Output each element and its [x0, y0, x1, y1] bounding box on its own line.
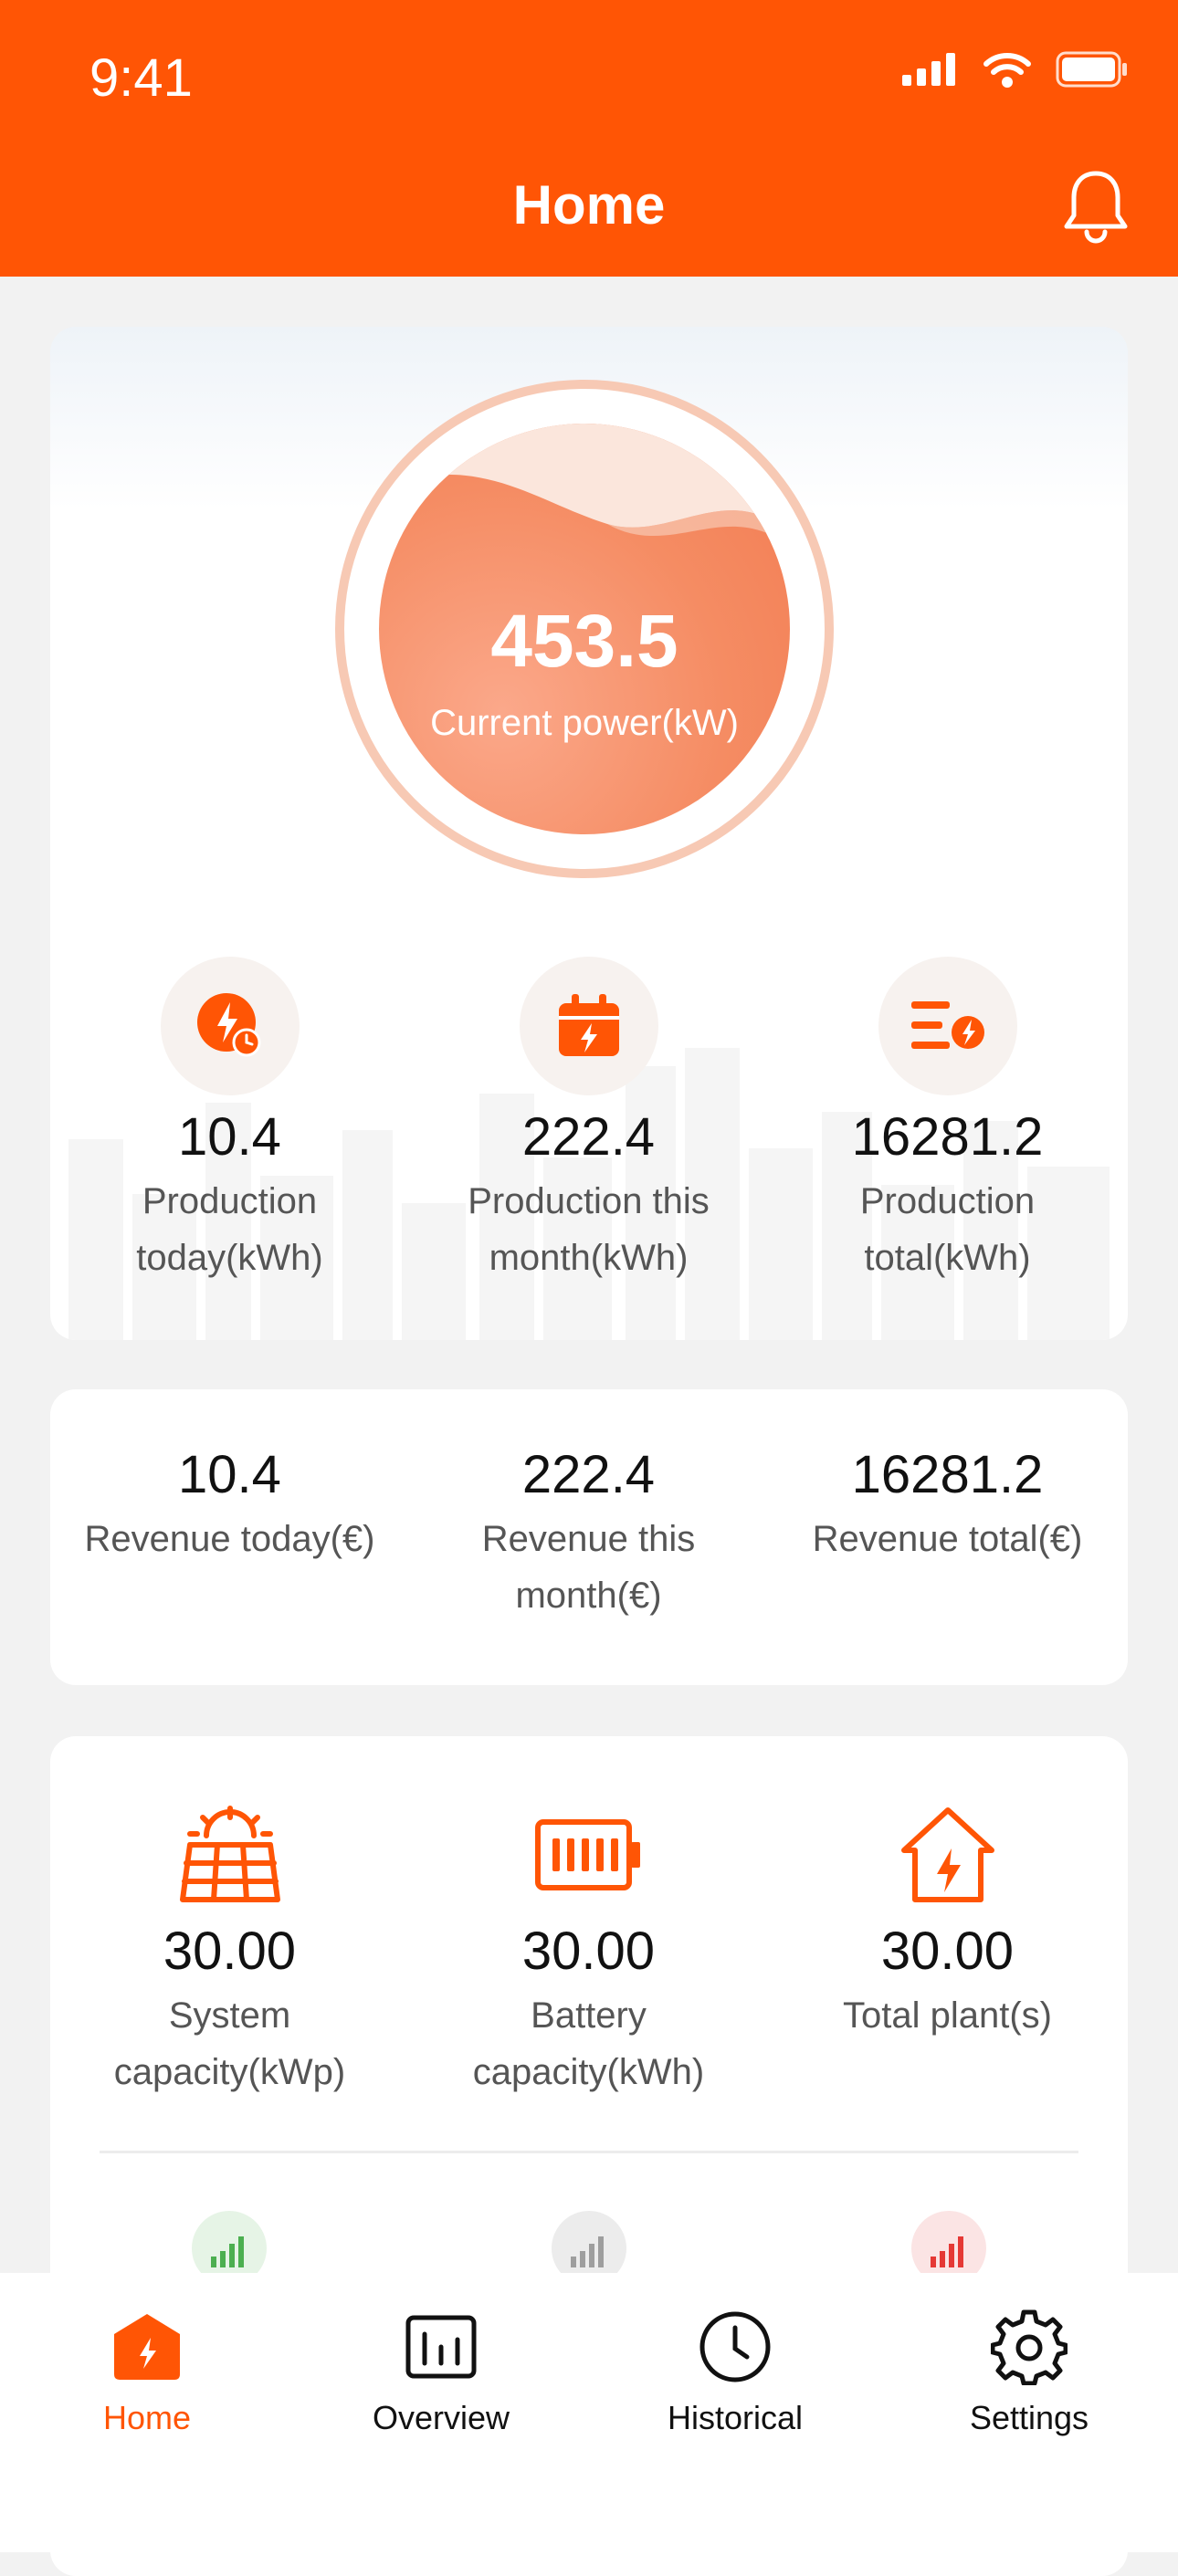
- total-plants: 30.00 Total plant(s): [768, 1800, 1127, 2044]
- battery-capacity-label: Battery capacity(kWh): [472, 1995, 705, 2092]
- divider: [100, 2151, 1078, 2153]
- current-power-label: Current power(kW): [430, 703, 739, 743]
- clock-icon: [699, 2311, 771, 2382]
- house-lightning-icon: [900, 1807, 994, 1902]
- production-total-label: Production total(kWh): [859, 1181, 1036, 1278]
- production-today-icon-bg: [160, 957, 300, 1095]
- solar-panel-icon: [179, 1806, 280, 1902]
- system-capacity: 30.00 System capacity(kWp): [50, 1800, 409, 2100]
- production-month-value: 222.4: [521, 1107, 656, 1167]
- revenue-today: 10.4 Revenue today(€): [50, 1433, 409, 1567]
- bell-icon: [1064, 171, 1128, 244]
- production-month-label: Production this month(kWh): [468, 1181, 710, 1278]
- total-plants-label: Total plant(s): [843, 1995, 1052, 2036]
- status-time: 9:41: [89, 48, 193, 108]
- total-plants-value: 30.00: [880, 1922, 1015, 1981]
- production-today: 10.4 Production today(kWh): [50, 957, 409, 1286]
- status-icons: [902, 51, 1129, 88]
- production-total-icon-bg: [878, 957, 1017, 1095]
- notification-button[interactable]: [1061, 168, 1131, 249]
- tab-settings-label: Settings: [969, 2399, 1089, 2436]
- tab-overview-label: Overview: [372, 2399, 510, 2436]
- tab-overview[interactable]: Overview: [294, 2306, 588, 2437]
- battery-status-icon: [1056, 51, 1127, 88]
- revenue-total: 16281.2 Revenue total(€): [768, 1433, 1127, 1567]
- production-today-label: Production today(kWh): [136, 1181, 323, 1278]
- tab-settings[interactable]: Settings: [882, 2306, 1176, 2437]
- tab-home[interactable]: Home: [0, 2306, 294, 2437]
- cellular-signal-icon: [902, 53, 955, 86]
- overview-icon: [405, 2315, 477, 2379]
- power-card: 453.5 Current power(kW) 10.4 Production t…: [50, 327, 1128, 1340]
- revenue-month: 222.4 Revenue this month(€): [409, 1433, 768, 1624]
- revenue-today-value: 10.4: [178, 1445, 281, 1504]
- revenue-today-label: Revenue today(€): [84, 1519, 375, 1559]
- signal-red-icon: [931, 2236, 963, 2267]
- battery-icon: [534, 1819, 640, 1890]
- revenue-total-label: Revenue total(€): [812, 1519, 1083, 1559]
- home-icon: [114, 2314, 180, 2380]
- wifi-icon: [983, 53, 1031, 88]
- page-title: Home: [512, 174, 666, 236]
- production-month: 222.4 Production this month(kWh): [409, 957, 768, 1286]
- app-header: 9:41 Home: [0, 0, 1178, 277]
- system-capacity-label: System capacity(kWp): [113, 1995, 346, 2092]
- production-today-value: 10.4: [178, 1107, 281, 1167]
- tab-historical-label: Historical: [667, 2399, 804, 2436]
- production-total: 16281.2 Production total(kWh): [768, 957, 1127, 1286]
- calendar-lightning-icon: [558, 994, 619, 1056]
- revenue-total-value: 16281.2: [851, 1445, 1044, 1504]
- system-capacity-value: 30.00: [163, 1922, 297, 1981]
- battery-capacity-value: 30.00: [521, 1922, 656, 1981]
- signal-gray-icon: [571, 2236, 604, 2267]
- revenue-month-value: 222.4: [521, 1445, 656, 1504]
- production-total-value: 16281.2: [851, 1107, 1044, 1167]
- tab-home-label: Home: [102, 2399, 192, 2436]
- tab-historical[interactable]: Historical: [588, 2306, 882, 2437]
- revenue-month-label: Revenue this month(€): [481, 1519, 696, 1616]
- lightning-clock-icon: [196, 993, 260, 1057]
- stack-lightning-icon: [910, 1001, 984, 1049]
- gear-icon: [991, 2309, 1068, 2385]
- current-power-value: 453.5: [490, 600, 678, 683]
- revenue-card: 10.4 Revenue today(€) 222.4 Revenue this…: [50, 1389, 1128, 1685]
- signal-green-icon: [211, 2236, 244, 2267]
- production-month-icon-bg: [519, 957, 658, 1095]
- battery-capacity: 30.00 Battery capacity(kWh): [409, 1800, 768, 2100]
- bottom-tab-bar: Home Overview Historical Settings: [0, 2273, 1178, 2552]
